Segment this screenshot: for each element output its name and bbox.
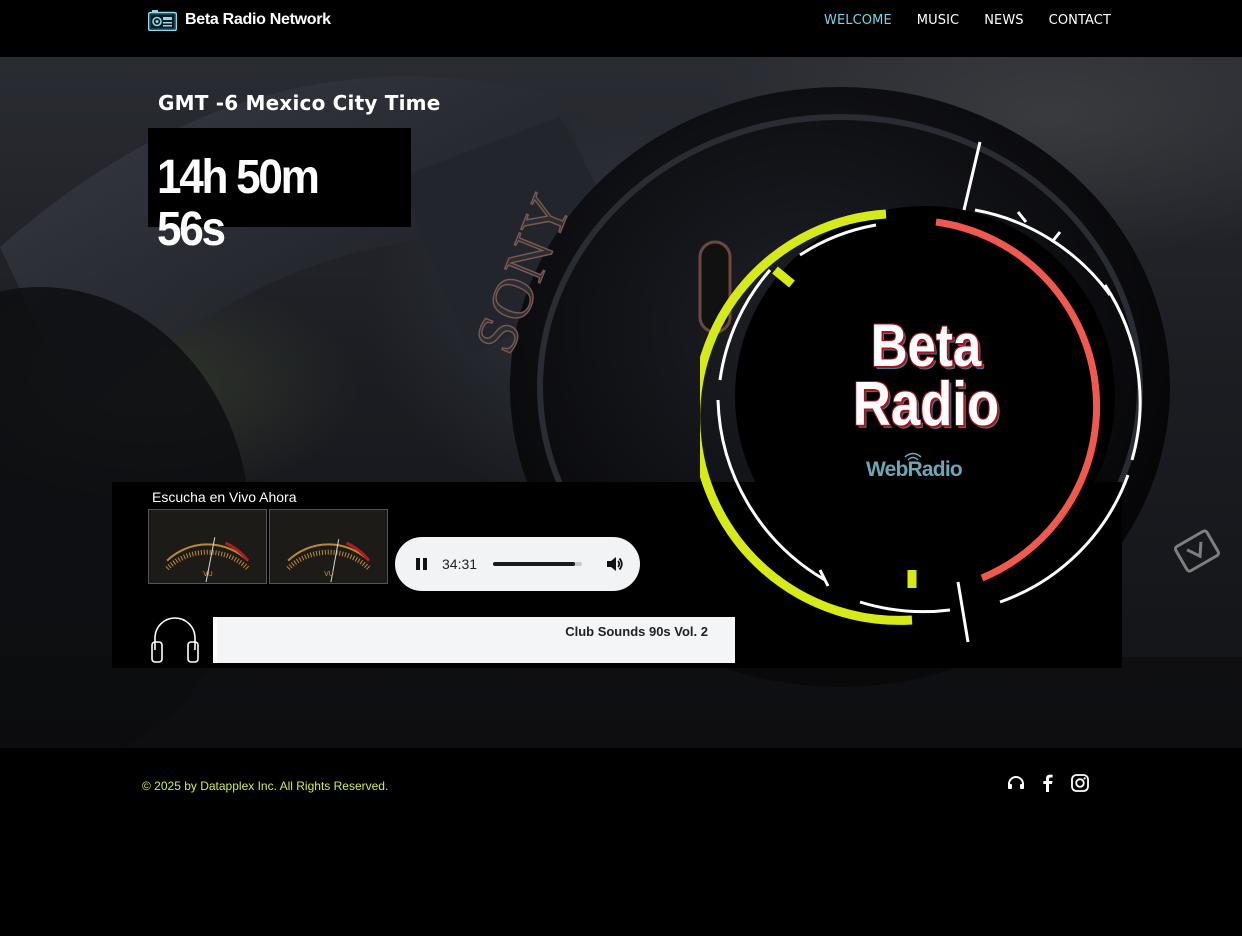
audio-player: 34:31 <box>395 537 640 591</box>
headphones-icon <box>151 617 199 663</box>
vu-meter-left: VU <box>148 509 267 584</box>
now-playing-box: Club Sounds 90s Vol. 2 <box>213 617 735 663</box>
track-title: Club Sounds 90s Vol. 2 <box>565 624 708 639</box>
clock-box: 14h 50m 56s <box>148 128 411 256</box>
nav-welcome[interactable]: WELCOME <box>824 13 892 28</box>
social-instagram-link[interactable] <box>1070 773 1090 793</box>
webradio-label: WebRadio <box>866 458 963 481</box>
timezone-label: GMT -6 Mexico City Time <box>158 91 441 115</box>
live-label: Escucha en Vivo Ahora <box>152 489 297 505</box>
copyright-text: © 2025 by Datapplex Inc. All Rights Rese… <box>142 779 389 793</box>
volume-button[interactable] <box>604 554 624 574</box>
signal-icon <box>904 452 922 461</box>
social-headphones-link[interactable] <box>1006 773 1026 793</box>
instagram-icon <box>1071 774 1089 792</box>
clock-time: 14h 50m 56s <box>157 151 320 256</box>
progress-bar[interactable] <box>493 562 582 566</box>
pause-button[interactable] <box>414 556 430 572</box>
current-time: 34:31 <box>442 556 478 572</box>
nav-music[interactable]: MUSIC <box>917 13 959 28</box>
brand-logo-line1: Beta <box>870 312 982 379</box>
site-logo[interactable]: Beta Radio Network <box>148 9 331 31</box>
nav-news[interactable]: NEWS <box>984 13 1023 28</box>
nav-contact[interactable]: CONTACT <box>1049 13 1111 28</box>
progress-fill <box>493 562 575 566</box>
svg-text:VU: VU <box>324 570 334 578</box>
facebook-icon <box>1043 774 1053 792</box>
brand-name: Beta Radio Network <box>185 11 331 28</box>
main-nav: WELCOME MUSIC NEWS CONTACT <box>824 13 1111 28</box>
top-bar: Beta Radio Network WELCOME MUSIC NEWS CO… <box>0 0 1242 57</box>
pause-icon <box>416 558 420 570</box>
svg-text:VU: VU <box>203 570 213 578</box>
vu-meter-right: VU <box>269 509 388 584</box>
social-facebook-link[interactable] <box>1038 773 1058 793</box>
brand-logo-line2: Radio <box>852 370 1000 439</box>
headphones-icon <box>1008 776 1024 789</box>
volume-icon <box>607 557 623 571</box>
radio-icon <box>148 9 177 31</box>
